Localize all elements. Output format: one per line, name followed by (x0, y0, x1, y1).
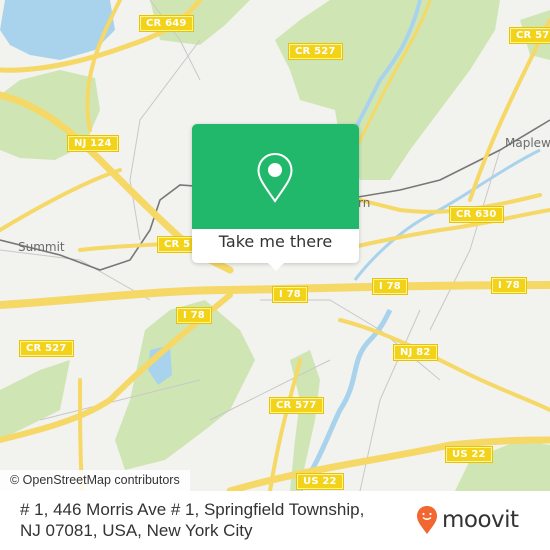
road-label-cr649: CR 649 (139, 15, 194, 32)
park-area (115, 300, 255, 470)
moovit-smile-pin-icon (417, 506, 437, 534)
take-me-there-button[interactable]: Take me there (192, 232, 359, 251)
road-label-cr630: CR 630 (449, 206, 504, 223)
place-label-millburn: rn (358, 196, 371, 210)
map-attribution[interactable]: © OpenStreetMap contributors (0, 470, 190, 491)
moovit-wordmark: moovit (442, 507, 519, 533)
map-pin-icon (257, 152, 293, 203)
address-text: # 1, 446 Morris Ave # 1, Springfield Tow… (20, 500, 365, 540)
road-label-cr527: CR 527 (288, 43, 343, 60)
road-label-i78: I 78 (491, 277, 527, 294)
road-label-cr577: CR 577 (269, 397, 324, 414)
road-label-us22: US 22 (445, 446, 493, 463)
moovit-logo[interactable]: moovit (416, 505, 519, 535)
road-label-i78: I 78 (272, 286, 308, 303)
popup-header[interactable] (192, 124, 359, 229)
road-label-cr527: CR 527 (19, 340, 74, 357)
road-label-nj82: NJ 82 (393, 344, 438, 361)
road-label-cr577: CR 577 (509, 27, 550, 44)
directions-popup[interactable]: Take me there (192, 124, 359, 271)
road-label-i78: I 78 (372, 278, 408, 295)
footer: # 1, 446 Morris Ave # 1, Springfield Tow… (0, 491, 550, 550)
map[interactable]: CR 649 CR 527 CR 577 NJ 124 CR 5 CR 630 … (0, 0, 550, 491)
road-label-nj124: NJ 124 (67, 135, 119, 152)
place-label-maplewood: Maplew (505, 136, 550, 150)
place-label-summit: Summit (18, 240, 65, 254)
road-label-i78: I 78 (176, 307, 212, 324)
popup-pointer (268, 263, 284, 271)
road-label-cr5: CR 5 (156, 236, 198, 253)
road-label-us22: US 22 (296, 473, 344, 490)
